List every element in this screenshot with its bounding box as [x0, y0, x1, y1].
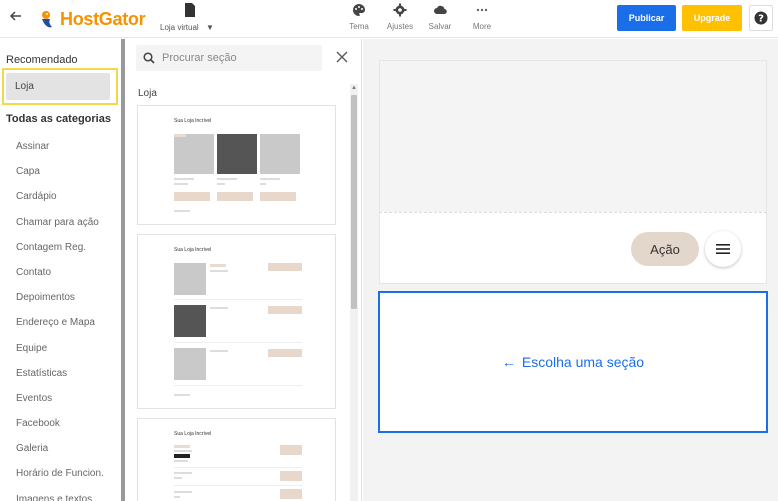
choose-section-text: Escolha uma seção — [521, 354, 645, 370]
arrow-left-icon: ← — [501, 354, 516, 370]
thumbnail-title: Sua Loja Incrível — [174, 118, 212, 124]
sidebar-item[interactable]: Horário de Funcion. — [0, 461, 120, 486]
product-image — [260, 134, 300, 174]
cloud-icon — [434, 5, 447, 15]
hostgator-logo[interactable]: HostGator — [38, 8, 146, 30]
back-arrow-icon[interactable] — [9, 9, 25, 29]
upgrade-button[interactable]: Upgrade — [682, 5, 742, 31]
help-label: ? — [758, 14, 764, 25]
gator-logo-icon — [42, 11, 52, 28]
palette-icon — [353, 4, 365, 16]
sidebar-item[interactable]: Eventos — [0, 386, 120, 411]
page-selector-dropdown[interactable]: Loja virtual ▼ — [160, 3, 220, 35]
help-button[interactable]: ? — [749, 5, 773, 31]
product-image — [217, 134, 257, 174]
product-image — [174, 305, 206, 337]
section-thumbnail-list[interactable]: Sua Loja Incrível — [137, 234, 336, 409]
action-button[interactable]: Ação — [631, 232, 699, 266]
tool-label: Tema — [349, 22, 369, 31]
thumbnail-title: Sua Loja Incrível — [174, 247, 212, 253]
sidebar-item[interactable]: Facebook — [0, 411, 120, 436]
tool-ajustes[interactable]: Ajustes — [385, 3, 415, 35]
sidebar-item-loja[interactable]: Loja — [6, 73, 110, 100]
hamburger-menu-button[interactable] — [705, 231, 741, 267]
sidebar-item[interactable]: Depoimentos — [0, 285, 120, 310]
page-selector-label: Loja virtual — [160, 23, 199, 32]
choose-section-placeholder[interactable]: ← Escolha uma seção — [378, 291, 768, 433]
top-toolbar: HostGator Loja virtual ▼ Tema Ajustes Sa… — [0, 0, 778, 38]
tool-salvar[interactable]: Salvar — [425, 3, 455, 35]
product-image — [174, 134, 214, 174]
sidebar-item[interactable]: Contagem Reg. — [0, 235, 120, 260]
recommended-heading: Recomendado — [6, 54, 78, 66]
tool-tema[interactable]: Tema — [344, 3, 374, 35]
category-sidebar: Recomendado Loja Todas as categorias Ass… — [0, 39, 122, 501]
category-list: Assinar Capa Cardápio Chamar para ação C… — [0, 134, 120, 501]
caret-down-icon: ▼ — [206, 23, 214, 32]
search-input[interactable] — [162, 47, 312, 69]
hamburger-icon — [716, 244, 730, 254]
product-image — [174, 348, 206, 380]
help-icon: ? — [754, 11, 768, 25]
sale-tag — [174, 134, 186, 137]
sidebar-item[interactable]: Chamar para ação — [0, 210, 120, 235]
preview-top-area — [379, 60, 767, 212]
sidebar-item[interactable]: Cardápio — [0, 184, 120, 209]
tool-label: Ajustes — [386, 22, 414, 31]
preview-canvas: Ação ← Escolha uma seção — [363, 39, 778, 501]
section-panel: Loja Sua Loja Incrível Sua Loja Incrível — [125, 39, 362, 501]
product-image — [174, 263, 206, 295]
sidebar-item[interactable]: Contato — [0, 260, 120, 285]
sidebar-item[interactable]: Equipe — [0, 336, 120, 361]
thumbnail-title: Sua Loja Incrível — [174, 431, 212, 437]
gear-icon — [393, 3, 407, 17]
document-icon — [185, 3, 195, 17]
section-thumbnail-grid[interactable]: Sua Loja Incrível — [137, 105, 336, 225]
sidebar-item[interactable]: Capa — [0, 159, 120, 184]
all-categories-heading: Todas as categorias — [6, 113, 111, 125]
close-icon[interactable] — [335, 50, 349, 64]
more-dots-icon — [476, 8, 488, 12]
search-icon — [143, 52, 155, 64]
sidebar-item[interactable]: Assinar — [0, 134, 120, 159]
sidebar-item[interactable]: Estatísticas — [0, 361, 120, 386]
tool-more[interactable]: More — [467, 3, 497, 35]
sidebar-item[interactable]: Imagens e textos — [0, 487, 120, 501]
publish-button[interactable]: Publicar — [617, 5, 676, 31]
tool-label: More — [472, 22, 492, 31]
scroll-up-arrow-icon[interactable]: ▲ — [351, 85, 357, 91]
logo-text: HostGator — [60, 8, 146, 29]
tool-label: Salvar — [428, 22, 452, 31]
sidebar-item[interactable]: Galeria — [0, 436, 120, 461]
section-thumbnail-compact[interactable]: Sua Loja Incrível — [137, 418, 336, 501]
panel-scrollbar-thumb[interactable] — [351, 95, 357, 309]
category-label: Loja — [138, 88, 157, 99]
sidebar-item[interactable]: Endereço e Mapa — [0, 310, 120, 335]
